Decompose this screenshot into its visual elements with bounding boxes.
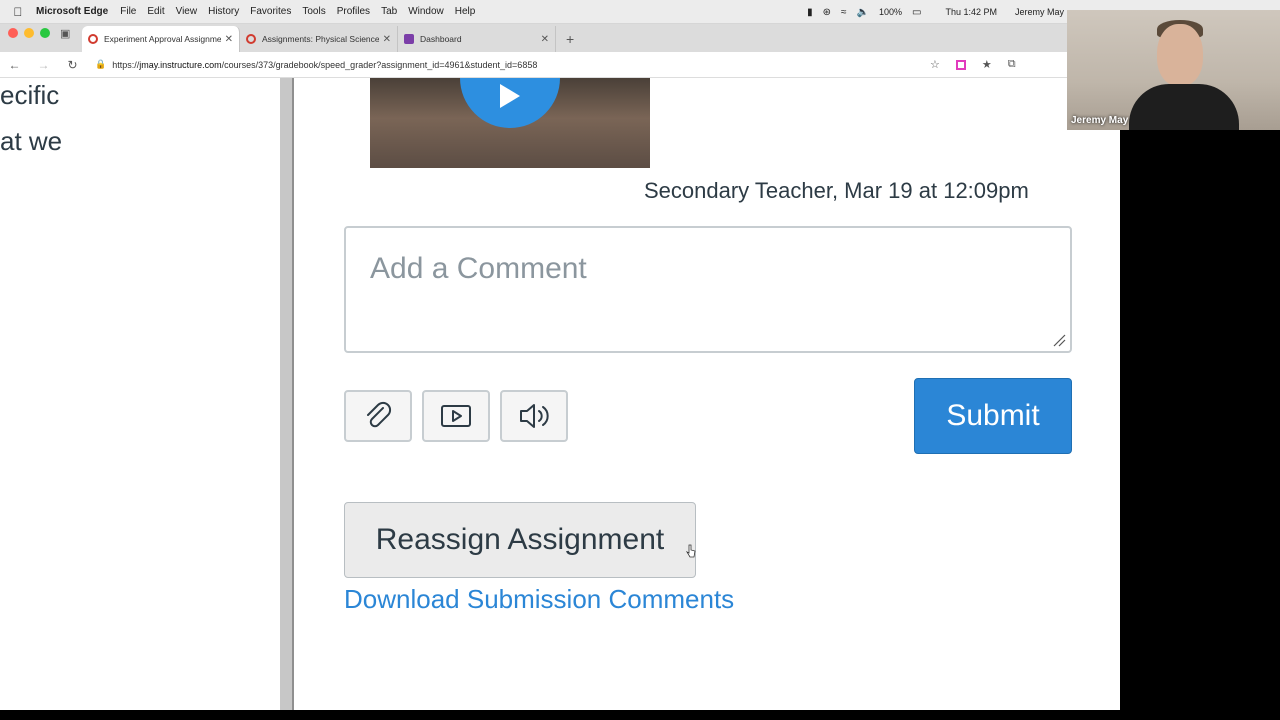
menu-tools[interactable]: Tools xyxy=(302,6,325,17)
new-tab-icon[interactable]: + xyxy=(566,31,574,47)
app-menu-name[interactable]: Microsoft Edge xyxy=(36,6,108,17)
preview-text-line: ecific xyxy=(0,80,60,110)
pane-resize-handle[interactable] xyxy=(280,78,294,710)
submission-preview-pane: ecific at we xyxy=(0,78,280,710)
close-tab-icon[interactable]: ✕ xyxy=(383,34,391,45)
url-host: jmay.instructure.com xyxy=(139,59,222,70)
address-bar-url[interactable]: https://jmay.instructure.com/courses/373… xyxy=(112,60,537,70)
lock-icon[interactable]: 🔒 xyxy=(95,59,106,70)
menu-help[interactable]: Help xyxy=(455,6,476,17)
menu-window[interactable]: Window xyxy=(408,6,444,17)
tab-label: Experiment Approval Assignme xyxy=(104,34,221,44)
mouse-cursor-icon xyxy=(686,544,696,558)
tab-label: Assignments: Physical Science xyxy=(262,34,379,44)
apple-icon[interactable]:  xyxy=(0,5,36,19)
menu-bar-status: ▮ ⊛ ≈ 🔈 100% ▭ Thu 1:42 PM Jeremy May xyxy=(807,0,1064,24)
tab-actions-icon[interactable]: ▣ xyxy=(60,27,76,43)
tab-dashboard[interactable]: Dashboard ✕ xyxy=(398,26,556,52)
comment-input[interactable] xyxy=(346,228,1070,351)
paperclip-icon xyxy=(367,401,392,428)
dashboard-favicon-icon xyxy=(404,34,414,44)
speedgrader-page: ecific at we Secondary Teacher, Mar 19 a… xyxy=(0,78,1120,710)
microphone-icon[interactable]: ▮ xyxy=(807,7,813,18)
toolbar-right-icons: ☆ ★ ⧉ xyxy=(930,58,1016,71)
url-prefix: https:// xyxy=(112,59,140,70)
battery-icon[interactable]: ▭ xyxy=(912,7,921,18)
menu-view[interactable]: View xyxy=(176,6,198,17)
menu-file[interactable]: File xyxy=(120,6,136,17)
menu-profiles[interactable]: Profiles xyxy=(337,6,370,17)
webcam-person-shirt xyxy=(1129,84,1239,130)
volume-icon[interactable]: 🔈 xyxy=(857,7,869,18)
menu-bar-clock[interactable]: Thu 1:42 PM xyxy=(945,7,997,17)
submit-comment-button[interactable]: Submit xyxy=(914,378,1072,454)
battery-percent: 100% xyxy=(878,7,902,17)
reload-icon[interactable]: ↻ xyxy=(58,58,87,72)
download-submission-comments-link[interactable]: Download Submission Comments xyxy=(344,584,734,615)
wifi-icon[interactable]: ≈ xyxy=(841,7,847,18)
window-controls xyxy=(0,28,60,48)
close-window-button[interactable] xyxy=(8,28,18,38)
webcam-name-label: Jeremy May xyxy=(1071,115,1129,126)
menu-tab[interactable]: Tab xyxy=(381,6,397,17)
video-icon xyxy=(441,405,471,427)
close-tab-icon[interactable]: ✕ xyxy=(541,34,549,45)
webcam-person-head xyxy=(1157,24,1203,86)
menu-favorites[interactable]: Favorites xyxy=(250,6,291,17)
tab-label: Dashboard xyxy=(420,34,462,44)
speech-recognition-button[interactable] xyxy=(500,390,568,442)
collections-icon[interactable]: ⧉ xyxy=(1008,58,1016,71)
menu-bar-user[interactable]: Jeremy May xyxy=(1015,7,1064,17)
zoom-window-button[interactable] xyxy=(40,28,50,38)
resize-grip-icon[interactable] xyxy=(1052,333,1066,347)
media-comment-thumbnail[interactable] xyxy=(370,78,650,168)
canvas-favicon-icon xyxy=(246,34,256,44)
bluetooth-icon[interactable]: ⊛ xyxy=(823,7,831,18)
close-tab-icon[interactable]: ✕ xyxy=(225,34,233,45)
favorites-icon[interactable]: ★ xyxy=(982,58,992,71)
favorite-star-icon[interactable]: ☆ xyxy=(930,58,940,71)
url-path: /courses/373/gradebook/speed_grader?assi… xyxy=(221,59,538,70)
tab-assignments[interactable]: Assignments: Physical Science ✕ xyxy=(240,26,398,52)
comment-box xyxy=(344,226,1072,353)
back-icon[interactable]: ← xyxy=(0,58,29,72)
extension-icon[interactable] xyxy=(955,59,966,70)
attach-file-button[interactable] xyxy=(344,390,412,442)
reassign-assignment-button[interactable]: Reassign Assignment xyxy=(344,502,696,578)
tab-experiment-approval[interactable]: Experiment Approval Assignme ✕ xyxy=(82,26,240,52)
preview-text-line: at we xyxy=(0,126,63,156)
record-media-button[interactable] xyxy=(422,390,490,442)
menu-edit[interactable]: Edit xyxy=(147,6,164,17)
menu-history[interactable]: History xyxy=(208,6,239,17)
webcam-overlay: Jeremy May xyxy=(1067,10,1280,130)
speaker-icon xyxy=(520,404,549,428)
minimize-window-button[interactable] xyxy=(24,28,34,38)
forward-icon[interactable]: → xyxy=(29,58,58,72)
comment-author-date: Secondary Teacher, Mar 19 at 12:09pm xyxy=(644,178,1029,203)
play-icon[interactable] xyxy=(460,78,560,128)
canvas-favicon-icon xyxy=(88,34,98,44)
